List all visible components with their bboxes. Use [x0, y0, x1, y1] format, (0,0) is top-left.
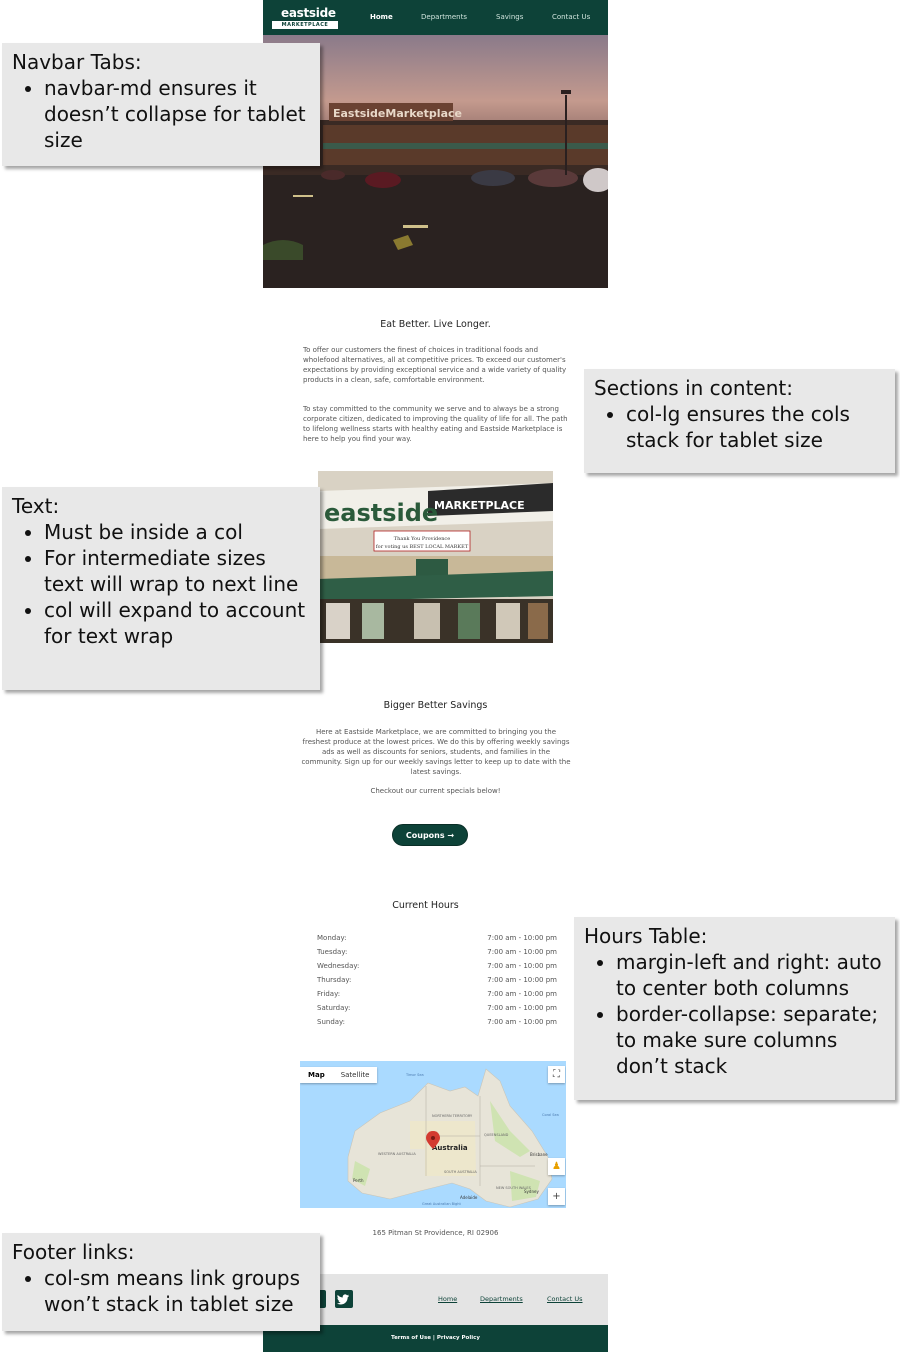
- satellite-button[interactable]: Satellite: [333, 1067, 378, 1083]
- hours-row: Tuesday: 7:00 am - 10:00 pm: [317, 945, 557, 959]
- hours-time: 7:00 am - 10:00 pm: [487, 990, 557, 998]
- map-type-toggle: Map Satellite: [300, 1067, 378, 1083]
- annotation-title: Sections in content:: [594, 376, 793, 400]
- annotation-bullet: border-collapse: separate; to make sure …: [616, 1001, 885, 1079]
- annotation-bullet: margin-left and right: auto to center bo…: [616, 949, 885, 1001]
- savings-paragraph: Here at Eastside Marketplace, we are com…: [301, 728, 571, 776]
- nav-departments[interactable]: Departments: [421, 12, 467, 22]
- hours-day: Tuesday:: [317, 948, 348, 956]
- coupons-button[interactable]: Coupons →: [392, 824, 468, 846]
- store-sign-marketplace: MARKETPLACE: [434, 499, 525, 512]
- mission-paragraph-1: To offer our customers the finest of cho…: [303, 346, 567, 384]
- map-label-wa: WESTERN AUSTRALIA: [378, 1152, 416, 1156]
- annotation-bullet: col-sm means link groups won’t stack in …: [44, 1265, 310, 1317]
- nav-contact-us[interactable]: Contact Us: [552, 12, 590, 22]
- fullscreen-icon[interactable]: ⛶: [548, 1066, 565, 1083]
- logo-subtitle: MARKETPLACE: [272, 21, 338, 29]
- annotation-bullet: col will expand to account for text wrap: [44, 597, 310, 649]
- hours-heading: Current Hours: [392, 900, 459, 911]
- annotation-bullet: For intermediate sizes text will wrap to…: [44, 545, 310, 597]
- section-heading-savings: Bigger Better Savings: [383, 700, 488, 711]
- section-heading-eat-better: Eat Better. Live Longer.: [380, 319, 491, 330]
- annotation-bullet: col-lg ensures the cols stack for tablet…: [626, 401, 885, 453]
- map-button[interactable]: Map: [300, 1067, 333, 1083]
- site-logo[interactable]: eastside MARKETPLACE: [272, 6, 338, 29]
- annotation-title: Hours Table:: [584, 924, 708, 948]
- hours-row: Thursday: 7:00 am - 10:00 pm: [317, 973, 557, 987]
- annotation-text: Text: Must be inside a col For intermedi…: [2, 487, 320, 690]
- annotation-title: Footer links:: [12, 1240, 135, 1264]
- map-label-perth: Perth: [353, 1178, 364, 1183]
- nav-home[interactable]: Home: [370, 12, 393, 22]
- hours-day: Monday:: [317, 934, 347, 942]
- hours-day: Friday:: [317, 990, 341, 998]
- map-label-bight: Great Australian Bight: [422, 1202, 461, 1206]
- twitter-icon[interactable]: [335, 1290, 353, 1308]
- map-label-australia: Australia: [432, 1144, 468, 1152]
- hours-day: Saturday:: [317, 1004, 351, 1012]
- hero-store-sign: EastsideMarketplace: [333, 107, 462, 120]
- footer-link-home[interactable]: Home: [438, 1295, 457, 1303]
- footer-link-contact-us[interactable]: Contact Us: [547, 1295, 583, 1303]
- annotation-sections: Sections in content: col-lg ensures the …: [584, 369, 895, 473]
- hours-time: 7:00 am - 10:00 pm: [487, 934, 557, 942]
- hours-day: Sunday:: [317, 1018, 346, 1026]
- store-banner-line-2: for voting us BEST LOCAL MARKET: [376, 544, 469, 550]
- annotation-hours: Hours Table: margin-left and right: auto…: [574, 917, 895, 1100]
- zoom-in-icon[interactable]: +: [548, 1188, 565, 1205]
- hours-row: Friday: 7:00 am - 10:00 pm: [317, 987, 557, 1001]
- hours-time: 7:00 am - 10:00 pm: [487, 976, 557, 984]
- map-label-brisbane: Brisbane: [530, 1152, 548, 1157]
- pegman-icon[interactable]: ♟: [548, 1158, 565, 1175]
- hours-row: Monday: 7:00 am - 10:00 pm: [317, 931, 557, 945]
- map-label-adelaide: Adelaide: [460, 1195, 478, 1200]
- store-sign-eastside: eastside: [324, 499, 438, 527]
- hours-time: 7:00 am - 10:00 pm: [487, 948, 557, 956]
- hours-row: Saturday: 7:00 am - 10:00 pm: [317, 1001, 557, 1015]
- hours-row: Wednesday: 7:00 am - 10:00 pm: [317, 959, 557, 973]
- nav-savings[interactable]: Savings: [496, 12, 523, 22]
- hours-day: Wednesday:: [317, 962, 360, 970]
- annotation-navbar: Navbar Tabs: navbar-md ensures it doesn’…: [2, 43, 320, 166]
- map-label-nt: NORTHERN TERRITORY: [432, 1114, 473, 1118]
- hours-time: 7:00 am - 10:00 pm: [487, 1004, 557, 1012]
- map-label-sydney: Sydney: [524, 1189, 539, 1194]
- map-label-timor-sea: Timor Sea: [405, 1073, 424, 1077]
- annotation-bullet: navbar-md ensures it doesn’t collapse fo…: [44, 75, 310, 153]
- navbar: eastside MARKETPLACE Home Departments Sa…: [263, 0, 608, 35]
- google-map[interactable]: Australia NORTHERN TERRITORY QUEENSLAND …: [300, 1061, 566, 1208]
- map-label-qld: QUEENSLAND: [484, 1133, 509, 1137]
- annotation-title: Text:: [12, 494, 60, 518]
- specials-text: Checkout our current specials below!: [370, 787, 501, 795]
- footer-link-departments[interactable]: Departments: [480, 1295, 523, 1303]
- annotation-title: Navbar Tabs:: [12, 50, 142, 74]
- storefront-image: eastside MARKETPLACE Thank You Providenc…: [318, 471, 553, 643]
- hours-table: Monday: 7:00 am - 10:00 pm Tuesday: 7:00 a…: [317, 931, 557, 1029]
- annotation-bullet: Must be inside a col: [44, 519, 310, 545]
- map-label-coral-sea: Coral Sea: [542, 1113, 559, 1117]
- hours-time: 7:00 am - 10:00 pm: [487, 962, 557, 970]
- map-label-sa: SOUTH AUSTRALIA: [444, 1170, 477, 1174]
- logo-wordmark: eastside: [281, 6, 336, 20]
- store-banner-line-1: Thank You Providence: [394, 536, 450, 542]
- hours-row: Sunday: 7:00 am - 10:00 pm: [317, 1015, 557, 1029]
- hours-day: Thursday:: [317, 976, 352, 984]
- mission-paragraph-2: To stay committed to the community we se…: [303, 405, 568, 443]
- hours-time: 7:00 am - 10:00 pm: [487, 1018, 557, 1026]
- annotation-footer: Footer links: col-sm means link groups w…: [2, 1233, 320, 1331]
